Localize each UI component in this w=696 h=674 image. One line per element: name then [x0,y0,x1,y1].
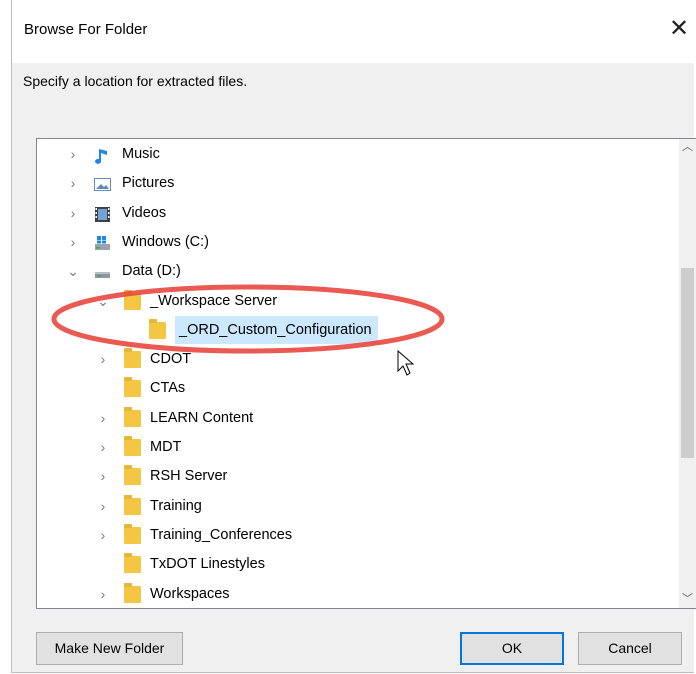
drive-icon [94,263,111,280]
folder-icon [124,406,141,427]
tree-item-label: CDOT [150,351,192,368]
folder-icon [124,348,141,369]
title-bar: Browse For Folder ✕ [12,0,694,63]
music-icon [94,146,111,164]
tree-item[interactable]: › LEARN Content [37,404,677,432]
chevron-down-icon[interactable]: ⌄ [97,287,109,315]
folder-icon [149,318,166,339]
scroll-down-icon[interactable]: ﹀ [679,591,696,608]
vertical-scrollbar[interactable]: ︿ ﹀ [679,139,696,608]
chevron-right-icon[interactable]: › [97,404,109,432]
tree-item-label: MDT [150,439,182,455]
tree-item-label: Music [122,146,160,162]
chevron-right-icon[interactable]: › [97,433,109,461]
tree-item[interactable]: _ORD_Custom_Configuration [37,315,677,344]
make-new-folder-button[interactable]: Make New Folder [36,632,183,665]
folder-icon [124,523,141,544]
chevron-right-icon[interactable]: › [67,199,79,227]
tree-item-label: Training_Conferences [150,526,293,543]
folder-tree[interactable]: › Music › Pictures › Videos › Windows (C:) ⌄ Data… [36,138,696,609]
tree-item-label: _ORD_Custom_Configuration [175,315,378,344]
tree-item-label: Workspaces [150,585,230,602]
chevron-down-icon[interactable]: ⌄ [67,257,79,285]
browse-for-folder-dialog: Browse For Folder ✕ Specify a location f… [11,0,696,673]
cancel-button[interactable]: Cancel [578,632,682,665]
folder-icon [124,494,141,515]
tree-item[interactable]: › Training [37,492,677,520]
folder-icon [124,582,141,603]
chevron-right-icon[interactable]: › [97,492,109,520]
chevron-right-icon[interactable]: › [97,345,109,373]
tree-item-label: Pictures [122,175,175,192]
chevron-right-icon[interactable]: › [97,580,109,608]
videos-icon [94,205,111,222]
scroll-up-icon[interactable]: ︿ [679,139,696,156]
ok-button[interactable]: OK [460,632,564,665]
tree-item[interactable]: › MDT [37,433,677,461]
tree-item[interactable]: TxDOT Linestyles [37,550,677,578]
tree-item[interactable]: › Workspaces [37,580,677,608]
chevron-right-icon[interactable]: › [67,140,79,168]
tree-item-label: _Workspace Server [150,292,278,309]
tree-item-label: Training [150,497,202,514]
tree-item-label: Videos [122,204,167,221]
tree-item-label: Windows (C:) [122,233,210,250]
tree-item-label: TxDOT Linestyles [150,556,265,573]
tree-item[interactable]: › Windows (C:) [37,228,677,256]
tree-item-label: LEARN Content [150,409,254,426]
chevron-right-icon[interactable]: › [97,521,109,549]
chevron-right-icon[interactable]: › [97,462,109,490]
scrollbar-thumb[interactable] [681,268,694,458]
tree-item[interactable]: ⌄ Data (D:) [37,257,677,285]
chevron-right-icon[interactable]: › [67,228,79,256]
tree-item[interactable]: ⌄ _Workspace Server [37,287,677,315]
tree-item[interactable]: CTAs [37,374,677,402]
pictures-icon [94,175,111,192]
tree-item[interactable]: › Training_Conferences [37,521,677,549]
folder-icon [124,465,141,486]
tree-item[interactable]: › Music [37,140,677,168]
tree-item[interactable]: › Pictures [37,169,677,197]
windows-drive-icon [94,234,111,251]
folder-icon [124,553,141,574]
tree-item[interactable]: › RSH Server [37,462,677,490]
tree-item[interactable]: › Videos [37,199,677,227]
close-button[interactable]: ✕ [664,12,694,46]
folder-icon [124,436,141,456]
folder-icon [124,289,141,310]
instruction-text: Specify a location for extracted files. [23,73,248,89]
chevron-right-icon[interactable]: › [67,169,79,197]
folder-icon [124,377,141,398]
tree-item[interactable]: › CDOT [37,345,677,373]
tree-item-label: CTAs [150,380,186,397]
tree-item-label: Data (D:) [122,263,181,280]
tree-item-label: RSH Server [150,468,228,485]
dialog-title: Browse For Folder [24,21,148,38]
